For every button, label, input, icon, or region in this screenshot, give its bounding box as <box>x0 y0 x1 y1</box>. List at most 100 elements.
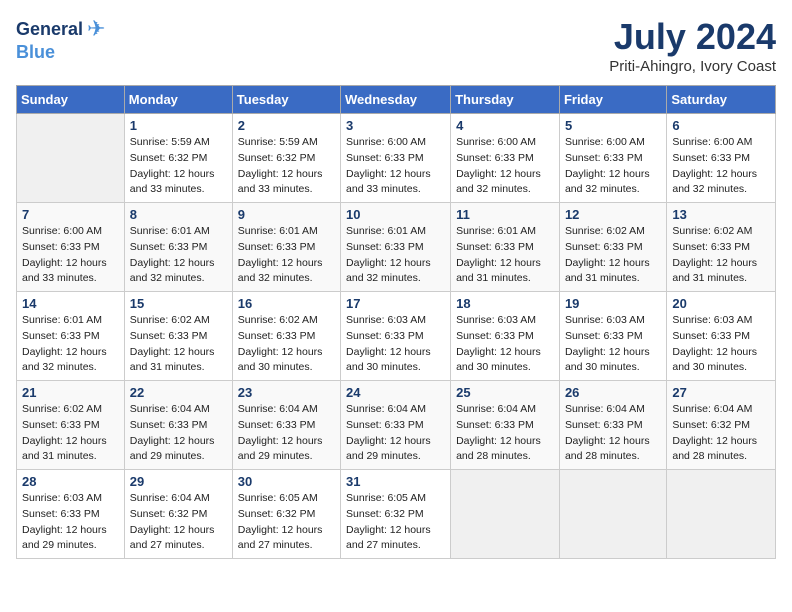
day-info: Sunrise: 6:02 AM Sunset: 6:33 PM Dayligh… <box>565 224 661 287</box>
calendar-cell: 15Sunrise: 6:02 AM Sunset: 6:33 PM Dayli… <box>124 292 232 381</box>
location-title: Priti-Ahingro, Ivory Coast <box>609 58 776 75</box>
calendar-cell: 5 Sunrise: 6:00 AM Sunset: 6:33 PM Daylig… <box>559 114 666 203</box>
calendar-cell: 29Sunrise: 6:04 AM Sunset: 6:32 PM Dayli… <box>124 470 232 559</box>
calendar-cell: 14 Sunrise: 6:01 AM Sunset: 6:33 PM Dayli… <box>17 292 125 381</box>
calendar-cell <box>451 470 560 559</box>
day-number: 29 <box>130 474 227 489</box>
day-info: Sunrise: 5:59 AM Sunset: 6:32 PM Dayligh… <box>238 135 335 198</box>
month-title: July 2024 <box>609 16 776 58</box>
day-number: 27 <box>672 385 770 400</box>
day-info: Sunrise: 6:04 AM Sunset: 6:33 PM Dayligh… <box>565 402 661 465</box>
header-sunday: Sunday <box>17 86 125 114</box>
day-info: Sunrise: 6:01 AM Sunset: 6:33 PM Dayligh… <box>130 224 227 287</box>
day-info: Sunrise: 6:03 AM Sunset: 6:33 PM Dayligh… <box>672 313 770 376</box>
logo-blue: Blue <box>16 42 55 63</box>
day-info: Sunrise: 6:02 AM Sunset: 6:33 PM Dayligh… <box>238 313 335 376</box>
day-number: 8 <box>130 207 227 222</box>
calendar-week-row: 21Sunrise: 6:02 AM Sunset: 6:33 PM Dayli… <box>17 381 776 470</box>
calendar-cell: 7Sunrise: 6:00 AM Sunset: 6:33 PM Daylig… <box>17 203 125 292</box>
calendar-header-row: SundayMondayTuesdayWednesdayThursdayFrid… <box>17 86 776 114</box>
day-info: Sunrise: 6:01 AM Sunset: 6:33 PM Dayligh… <box>456 224 554 287</box>
calendar-cell: 2 Sunrise: 5:59 AM Sunset: 6:32 PM Daylig… <box>232 114 340 203</box>
calendar-cell: 1 Sunrise: 5:59 AM Sunset: 6:32 PM Daylig… <box>124 114 232 203</box>
day-number: 9 <box>238 207 335 222</box>
day-number: 16 <box>238 296 335 311</box>
day-number: 4 <box>456 118 554 133</box>
day-number: 13 <box>672 207 770 222</box>
header-thursday: Thursday <box>451 86 560 114</box>
day-number: 2 <box>238 118 335 133</box>
calendar-cell: 30 Sunrise: 6:05 AM Sunset: 6:32 PM Dayli… <box>232 470 340 559</box>
day-number: 1 <box>130 118 227 133</box>
day-number: 10 <box>346 207 445 222</box>
day-number: 22 <box>130 385 227 400</box>
header-wednesday: Wednesday <box>341 86 451 114</box>
header-monday: Monday <box>124 86 232 114</box>
day-info: Sunrise: 6:00 AM Sunset: 6:33 PM Dayligh… <box>456 135 554 198</box>
day-number: 14 <box>22 296 119 311</box>
day-info: Sunrise: 6:02 AM Sunset: 6:33 PM Dayligh… <box>672 224 770 287</box>
day-info: Sunrise: 6:04 AM Sunset: 6:33 PM Dayligh… <box>238 402 335 465</box>
day-info: Sunrise: 6:03 AM Sunset: 6:33 PM Dayligh… <box>346 313 445 376</box>
logo-bird-icon: ✈ <box>87 16 105 42</box>
calendar-cell: 24 Sunrise: 6:04 AM Sunset: 6:33 PM Dayli… <box>341 381 451 470</box>
calendar-cell: 6 Sunrise: 6:00 AM Sunset: 6:33 PM Daylig… <box>667 114 776 203</box>
calendar-week-row: 28Sunrise: 6:03 AM Sunset: 6:33 PM Dayli… <box>17 470 776 559</box>
calendar-cell: 4 Sunrise: 6:00 AM Sunset: 6:33 PM Daylig… <box>451 114 560 203</box>
day-number: 3 <box>346 118 445 133</box>
calendar-cell <box>559 470 666 559</box>
title-area: July 2024 Priti-Ahingro, Ivory Coast <box>609 16 776 75</box>
header-saturday: Saturday <box>667 86 776 114</box>
day-info: Sunrise: 6:03 AM Sunset: 6:33 PM Dayligh… <box>456 313 554 376</box>
logo: General ✈ Blue <box>16 16 105 63</box>
calendar-cell: 19 Sunrise: 6:03 AM Sunset: 6:33 PM Dayli… <box>559 292 666 381</box>
day-info: Sunrise: 6:04 AM Sunset: 6:33 PM Dayligh… <box>456 402 554 465</box>
day-number: 19 <box>565 296 661 311</box>
calendar-cell: 16 Sunrise: 6:02 AM Sunset: 6:33 PM Dayli… <box>232 292 340 381</box>
day-number: 6 <box>672 118 770 133</box>
day-number: 12 <box>565 207 661 222</box>
calendar-cell: 18Sunrise: 6:03 AM Sunset: 6:33 PM Dayli… <box>451 292 560 381</box>
day-number: 25 <box>456 385 554 400</box>
day-number: 5 <box>565 118 661 133</box>
calendar-cell: 9 Sunrise: 6:01 AM Sunset: 6:33 PM Daylig… <box>232 203 340 292</box>
calendar-cell: 22 Sunrise: 6:04 AM Sunset: 6:33 PM Dayli… <box>124 381 232 470</box>
calendar-cell: 28Sunrise: 6:03 AM Sunset: 6:33 PM Dayli… <box>17 470 125 559</box>
calendar-cell: 3Sunrise: 6:00 AM Sunset: 6:33 PM Daylig… <box>341 114 451 203</box>
calendar-table: SundayMondayTuesdayWednesdayThursdayFrid… <box>16 85 776 559</box>
day-info: Sunrise: 6:04 AM Sunset: 6:33 PM Dayligh… <box>346 402 445 465</box>
day-info: Sunrise: 5:59 AM Sunset: 6:32 PM Dayligh… <box>130 135 227 198</box>
calendar-week-row: 14 Sunrise: 6:01 AM Sunset: 6:33 PM Dayli… <box>17 292 776 381</box>
day-info: Sunrise: 6:01 AM Sunset: 6:33 PM Dayligh… <box>238 224 335 287</box>
calendar-cell: 26Sunrise: 6:04 AM Sunset: 6:33 PM Dayli… <box>559 381 666 470</box>
day-number: 15 <box>130 296 227 311</box>
day-info: Sunrise: 6:04 AM Sunset: 6:33 PM Dayligh… <box>130 402 227 465</box>
calendar-cell: 31Sunrise: 6:05 AM Sunset: 6:32 PM Dayli… <box>341 470 451 559</box>
day-number: 30 <box>238 474 335 489</box>
calendar-cell: 8 Sunrise: 6:01 AM Sunset: 6:33 PM Daylig… <box>124 203 232 292</box>
day-number: 11 <box>456 207 554 222</box>
calendar-cell: 21Sunrise: 6:02 AM Sunset: 6:33 PM Dayli… <box>17 381 125 470</box>
day-info: Sunrise: 6:03 AM Sunset: 6:33 PM Dayligh… <box>22 491 119 554</box>
header-friday: Friday <box>559 86 666 114</box>
day-info: Sunrise: 6:01 AM Sunset: 6:33 PM Dayligh… <box>346 224 445 287</box>
day-info: Sunrise: 6:00 AM Sunset: 6:33 PM Dayligh… <box>672 135 770 198</box>
calendar-week-row: 7Sunrise: 6:00 AM Sunset: 6:33 PM Daylig… <box>17 203 776 292</box>
calendar-cell <box>17 114 125 203</box>
calendar-cell: 27 Sunrise: 6:04 AM Sunset: 6:32 PM Dayli… <box>667 381 776 470</box>
day-info: Sunrise: 6:01 AM Sunset: 6:33 PM Dayligh… <box>22 313 119 376</box>
day-number: 21 <box>22 385 119 400</box>
day-number: 24 <box>346 385 445 400</box>
day-info: Sunrise: 6:05 AM Sunset: 6:32 PM Dayligh… <box>346 491 445 554</box>
day-info: Sunrise: 6:04 AM Sunset: 6:32 PM Dayligh… <box>672 402 770 465</box>
logo-general: General <box>16 19 83 40</box>
day-info: Sunrise: 6:05 AM Sunset: 6:32 PM Dayligh… <box>238 491 335 554</box>
calendar-cell: 23Sunrise: 6:04 AM Sunset: 6:33 PM Dayli… <box>232 381 340 470</box>
header-tuesday: Tuesday <box>232 86 340 114</box>
day-number: 17 <box>346 296 445 311</box>
day-info: Sunrise: 6:00 AM Sunset: 6:33 PM Dayligh… <box>22 224 119 287</box>
day-info: Sunrise: 6:00 AM Sunset: 6:33 PM Dayligh… <box>565 135 661 198</box>
calendar-week-row: 1 Sunrise: 5:59 AM Sunset: 6:32 PM Daylig… <box>17 114 776 203</box>
calendar-cell: 25 Sunrise: 6:04 AM Sunset: 6:33 PM Dayli… <box>451 381 560 470</box>
day-info: Sunrise: 6:03 AM Sunset: 6:33 PM Dayligh… <box>565 313 661 376</box>
